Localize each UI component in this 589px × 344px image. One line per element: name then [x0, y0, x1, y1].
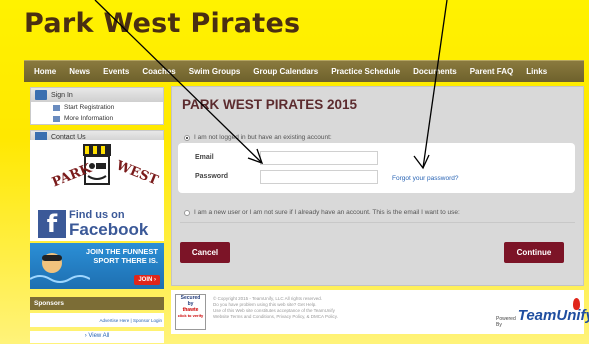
nav-coaches[interactable]: Coaches: [142, 67, 175, 76]
nav-links[interactable]: Links: [526, 67, 547, 76]
powered-by-label: Powered By: [496, 316, 516, 328]
new-user-radio[interactable]: [184, 209, 190, 216]
main-navbar: Home News Events Coaches Swim Groups Gro…: [24, 60, 584, 82]
sign-in-label: Sign In: [51, 91, 73, 99]
info-icon: [53, 115, 60, 122]
nav-news[interactable]: News: [69, 67, 90, 76]
email-field[interactable]: [260, 151, 378, 165]
facebook-big-text: Facebook: [69, 220, 149, 239]
sidebar: Sign In Start Registration More Informat…: [30, 87, 164, 144]
view-all-link[interactable]: › View All: [30, 331, 164, 343]
forgot-password-link[interactable]: Forgot your password?: [392, 175, 458, 182]
pirate-logo-icon: PARK WEST: [50, 144, 160, 191]
sign-in-menu: Sign In Start Registration More Informat…: [30, 87, 164, 125]
seal-line-4: click to verify: [177, 313, 204, 318]
existing-account-option[interactable]: I am not logged in but have an existing …: [184, 134, 332, 141]
page-footer: Secured by thawte click to verify © Copy…: [171, 290, 589, 334]
new-user-option[interactable]: I am a new user or I am not sure if I al…: [184, 209, 460, 216]
flame-icon: [573, 298, 580, 310]
logo-text-park: PARK: [50, 161, 94, 191]
email-label: Email: [195, 154, 214, 161]
nav-documents[interactable]: Documents: [413, 67, 457, 76]
registration-icon: [53, 104, 60, 111]
ad-line-2: SPORT THERE IS.: [93, 256, 158, 265]
powered-by[interactable]: Powered By TeamUnify: [496, 307, 589, 328]
copyright-line-4: Website Terms and Conditions, Privacy Po…: [213, 314, 338, 320]
new-user-label: I am a new user or I am not sure if I al…: [194, 209, 460, 216]
ad-join-button[interactable]: JOIN ›: [134, 275, 160, 285]
ad-line-1: JOIN THE FUNNEST: [85, 247, 158, 256]
swim-ad-banner[interactable]: JOIN THE FUNNEST SPORT THERE IS. JOIN ›: [29, 243, 164, 289]
existing-account-radio[interactable]: [184, 134, 190, 141]
start-registration-link[interactable]: Start Registration: [31, 102, 163, 113]
divider: [180, 222, 575, 223]
sponsors-box: Sponsors Advertise Here | Sponsor Login: [30, 297, 164, 327]
sponsors-title: Sponsors: [30, 297, 164, 310]
copyright-text: © Copyright 2015 - TeamUnify, LLC All ri…: [213, 296, 338, 320]
nav-home[interactable]: Home: [34, 67, 56, 76]
continue-button[interactable]: Continue: [504, 242, 564, 263]
swimmer-icon: [29, 253, 91, 283]
pirates-logo: PARK WEST: [30, 140, 164, 210]
thawte-seal[interactable]: Secured by thawte click to verify: [175, 294, 206, 330]
password-label: Password: [195, 173, 229, 180]
sign-in-header[interactable]: Sign In: [31, 88, 163, 102]
page-title: PARK WEST PIRATES 2015: [182, 97, 358, 112]
password-field[interactable]: [260, 170, 378, 184]
existing-account-label: I am not logged in but have an existing …: [194, 134, 332, 141]
nav-parent-faq[interactable]: Parent FAQ: [470, 67, 514, 76]
nav-practice-schedule[interactable]: Practice Schedule: [331, 67, 400, 76]
logo-text-west: WEST: [113, 158, 160, 189]
sign-in-icon: [35, 90, 47, 100]
nav-swim-groups[interactable]: Swim Groups: [189, 67, 241, 76]
facebook-link[interactable]: f Find us on Facebook: [30, 207, 164, 241]
cancel-button[interactable]: Cancel: [180, 242, 230, 263]
nav-events[interactable]: Events: [103, 67, 129, 76]
start-registration-label: Start Registration: [64, 104, 115, 111]
more-information-link[interactable]: More Information: [31, 113, 163, 124]
more-information-label: More Information: [64, 115, 114, 122]
advertise-link[interactable]: Advertise Here | Sponsor Login: [30, 313, 164, 327]
facebook-icon: f: [38, 210, 66, 238]
nav-group-calendars[interactable]: Group Calendars: [253, 67, 318, 76]
login-panel: PARK WEST PIRATES 2015 I am not logged i…: [171, 86, 584, 286]
site-title: Park West Pirates: [24, 8, 301, 39]
